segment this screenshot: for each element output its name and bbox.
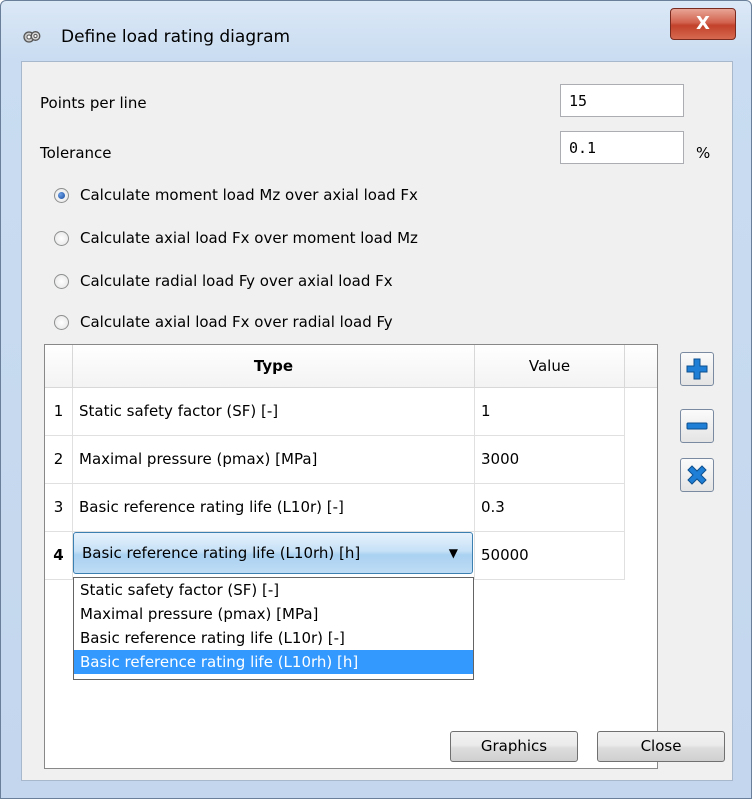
gear-icon (23, 31, 41, 43)
chevron-down-icon[interactable]: ▼ (449, 533, 458, 573)
points-per-line-input[interactable]: 15 (560, 84, 684, 117)
dropdown-option-selected[interactable]: Basic reference rating life (L10rh) [h] (74, 650, 473, 674)
table-header-filler (625, 345, 657, 388)
radio-label: Calculate radial load Fy over axial load… (80, 272, 393, 290)
value-cell[interactable]: 1 (475, 388, 625, 436)
row-number: 3 (45, 484, 73, 532)
add-row-button[interactable] (680, 352, 714, 386)
close-button[interactable]: Close (597, 731, 725, 762)
radio-label: Calculate axial load Fx over radial load… (80, 313, 393, 331)
dropdown-option[interactable]: Static safety factor (SF) [-] (74, 578, 473, 602)
row-number-active: 4 (45, 532, 73, 580)
window-title: Define load rating diagram (61, 27, 291, 47)
tolerance-unit: % (696, 144, 711, 162)
type-cell[interactable]: Maximal pressure (pmax) [MPa] (73, 436, 475, 484)
dialog-window: Define load rating diagram X Points per … (0, 0, 752, 799)
radio-button[interactable] (54, 315, 69, 330)
parameter-table[interactable]: Type Value 1 Static safety factor (SF) [… (44, 344, 658, 769)
graphics-button[interactable]: Graphics (450, 731, 578, 762)
dialog-client-area: Points per line 15 Tolerance 0.1 % Calcu… (21, 61, 733, 781)
radio-button[interactable] (54, 274, 69, 289)
tolerance-input[interactable]: 0.1 (560, 131, 684, 164)
close-icon: X (696, 13, 710, 34)
value-cell[interactable]: 0.3 (475, 484, 625, 532)
radio-label: Calculate moment load Mz over axial load… (80, 186, 418, 204)
dropdown-option[interactable]: Basic reference rating life (L10r) [-] (74, 626, 473, 650)
plus-icon (686, 358, 708, 380)
type-combobox[interactable]: Basic reference rating life (L10rh) [h] … (73, 532, 473, 574)
type-cell[interactable]: Basic reference rating life (L10r) [-] (73, 484, 475, 532)
type-column-header[interactable]: Type (73, 345, 475, 388)
x-icon (687, 465, 707, 485)
row-number: 2 (45, 436, 73, 484)
value-cell[interactable]: 3000 (475, 436, 625, 484)
type-dropdown-list[interactable]: Static safety factor (SF) [-] Maximal pr… (73, 577, 474, 680)
type-cell[interactable]: Static safety factor (SF) [-] (73, 388, 475, 436)
tolerance-label: Tolerance (40, 144, 112, 162)
combobox-value: Basic reference rating life (L10rh) [h] (82, 544, 361, 562)
points-per-line-label: Points per line (40, 94, 147, 112)
radio-button[interactable] (54, 231, 69, 246)
value-column-header[interactable]: Value (475, 345, 625, 388)
window-close-button[interactable]: X (670, 8, 736, 40)
radio-button-checked[interactable] (54, 188, 69, 203)
value-cell[interactable]: 50000 (475, 532, 625, 580)
delete-rows-button[interactable] (680, 458, 714, 492)
radio-label: Calculate axial load Fx over moment load… (80, 229, 418, 247)
remove-row-button[interactable] (680, 409, 714, 443)
title-bar[interactable]: Define load rating diagram X (1, 1, 751, 47)
dropdown-option[interactable]: Maximal pressure (pmax) [MPa] (74, 602, 473, 626)
row-number: 1 (45, 388, 73, 436)
table-corner-header (45, 345, 73, 388)
minus-icon (686, 422, 708, 430)
